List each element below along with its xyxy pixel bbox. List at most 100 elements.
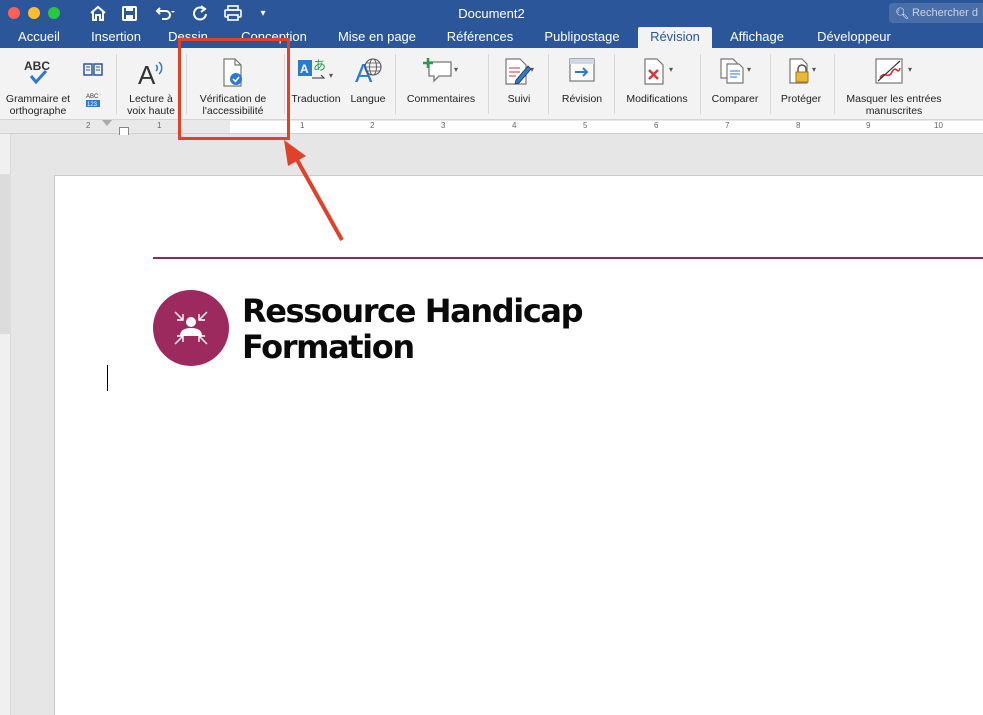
- hide-ink-button[interactable]: ▾ Masquer les entrées manuscrites: [838, 48, 950, 118]
- ribbon-revision: ABC Grammaire et orthographe ABC 123 A Lec…: [0, 48, 983, 120]
- svg-text:▾: ▾: [669, 65, 673, 74]
- comments-label: Commentaires: [406, 93, 476, 105]
- tab-affichage[interactable]: Affichage: [722, 27, 792, 48]
- svg-text:▾: ▾: [530, 65, 534, 74]
- ruler-number: 7: [725, 121, 730, 130]
- thesaurus-icon: [83, 62, 103, 81]
- horizontal-ruler[interactable]: 2 1 1 2 3 4 5 6 7 8 9 10: [0, 120, 983, 137]
- svg-text:▾: ▾: [454, 65, 458, 74]
- svg-text:ABC: ABC: [24, 59, 50, 73]
- ribbon-separator: [770, 54, 771, 114]
- compare-button[interactable]: ▾ Comparer: [704, 48, 766, 118]
- language-button[interactable]: A Langue: [345, 48, 391, 118]
- close-window-button[interactable]: [8, 7, 20, 19]
- logo-icon: [153, 290, 229, 366]
- tracking-label: Suivi: [507, 93, 531, 105]
- document-canvas[interactable]: Ressource Handicap Formation: [12, 135, 983, 715]
- logo-wordmark: Ressource Handicap Formation: [242, 293, 584, 365]
- ribbon-separator: [614, 54, 615, 114]
- translate-icon: A あ ▾: [296, 56, 336, 91]
- compare-label: Comparer: [711, 93, 759, 105]
- print-icon[interactable]: [222, 3, 244, 23]
- ruler-number: 2: [86, 121, 91, 130]
- vertical-ruler[interactable]: [0, 134, 11, 715]
- home-icon[interactable]: [88, 3, 108, 23]
- svg-text:あ: あ: [313, 59, 326, 74]
- language-icon: A: [351, 56, 385, 91]
- new-comment-icon: ▾: [421, 56, 461, 91]
- document-title: Document2: [458, 6, 525, 21]
- hide-ink-label: Masquer les entrées manuscrites: [846, 93, 942, 117]
- spellcheck-icon: ABC: [23, 58, 53, 91]
- tab-publipostage[interactable]: Publipostage: [536, 27, 628, 48]
- ruler-number: 10: [934, 121, 943, 130]
- revision-icon: [567, 56, 597, 91]
- ruler-number: 5: [583, 121, 588, 130]
- text-cursor: [107, 365, 108, 391]
- ruler-number: 1: [157, 121, 162, 130]
- protect-button[interactable]: ▾ Protéger: [772, 48, 830, 118]
- ribbon-separator: [700, 54, 701, 114]
- svg-text:▾: ▾: [329, 71, 333, 80]
- ribbon-separator: [395, 54, 396, 114]
- revision-pane-button[interactable]: Révision: [554, 48, 610, 118]
- svg-text:A: A: [138, 60, 156, 88]
- ruler-number: 9: [866, 121, 871, 130]
- svg-text:A: A: [300, 62, 309, 76]
- tab-revision[interactable]: Révision: [638, 27, 712, 48]
- changes-button[interactable]: ▾ Modifications: [618, 48, 696, 118]
- thesaurus-button[interactable]: ABC 123: [80, 48, 106, 118]
- language-label: Langue: [350, 93, 386, 105]
- comments-button[interactable]: ▾ Commentaires: [400, 48, 482, 118]
- tab-insertion[interactable]: Insertion: [82, 27, 150, 48]
- first-line-indent-marker[interactable]: [102, 120, 112, 126]
- ribbon-tabs: Accueil Insertion Dessin Conception Mise…: [0, 27, 983, 48]
- hide-ink-icon: ▾: [872, 56, 916, 91]
- revision-label: Révision: [561, 93, 603, 105]
- svg-text:▾: ▾: [812, 65, 816, 74]
- header-divider-line: [153, 257, 983, 259]
- tab-mise-en-page[interactable]: Mise en page: [330, 27, 424, 48]
- reject-change-icon: ▾: [637, 56, 677, 91]
- search-field[interactable]: 🔍︎ Rechercher d: [889, 3, 983, 23]
- annotation-arrow-icon: [284, 140, 344, 241]
- ribbon-separator: [116, 54, 117, 114]
- title-bar: ▾ Document2 🔍︎ Rechercher d: [0, 0, 983, 27]
- svg-text:123: 123: [87, 102, 98, 108]
- ruler-number: 4: [512, 121, 517, 130]
- track-changes-icon: ▾: [502, 56, 536, 91]
- ruler-number: 6: [654, 121, 659, 130]
- annotation-highlight-box: [178, 38, 290, 140]
- translate-button[interactable]: A あ ▾ Traduction: [287, 48, 345, 118]
- document-page[interactable]: Ressource Handicap Formation: [54, 175, 983, 715]
- ribbon-separator: [548, 54, 549, 114]
- tracking-button[interactable]: ▾ Suivi: [494, 48, 544, 118]
- svg-text:ABC: ABC: [86, 94, 99, 100]
- tab-accueil[interactable]: Accueil: [10, 27, 68, 48]
- ruler-number: 1: [300, 121, 305, 130]
- translate-label: Traduction: [291, 93, 341, 105]
- save-icon[interactable]: [119, 3, 139, 23]
- tab-developpeur[interactable]: Développeur: [808, 27, 900, 48]
- grammar-label: Grammaire et orthographe: [5, 93, 71, 117]
- maximize-window-button[interactable]: [48, 7, 60, 19]
- vertical-ruler-margin: [0, 174, 11, 334]
- word-window: { "window": { "title": "Document2", "sea…: [0, 0, 983, 715]
- ruler-number: 8: [796, 121, 801, 130]
- svg-text:▾: ▾: [908, 65, 912, 74]
- minimize-window-button[interactable]: [28, 7, 40, 19]
- ribbon-separator: [834, 54, 835, 114]
- customize-toolbar-icon[interactable]: ▾: [256, 3, 270, 23]
- tab-references[interactable]: Références: [440, 27, 520, 48]
- svg-text:▾: ▾: [747, 65, 751, 74]
- word-count-icon[interactable]: ABC 123: [85, 92, 101, 113]
- changes-label: Modifications: [626, 93, 688, 105]
- read-aloud-button[interactable]: A Lecture à voix haute: [118, 48, 184, 118]
- search-placeholder: Rechercher d: [911, 7, 979, 19]
- ruler-number: 3: [441, 121, 446, 130]
- grammar-button[interactable]: ABC Grammaire et orthographe: [0, 48, 76, 118]
- ribbon-separator: [488, 54, 489, 114]
- undo-icon[interactable]: [150, 3, 180, 23]
- read-aloud-label: Lecture à voix haute: [127, 93, 175, 117]
- redo-icon[interactable]: [190, 3, 210, 23]
